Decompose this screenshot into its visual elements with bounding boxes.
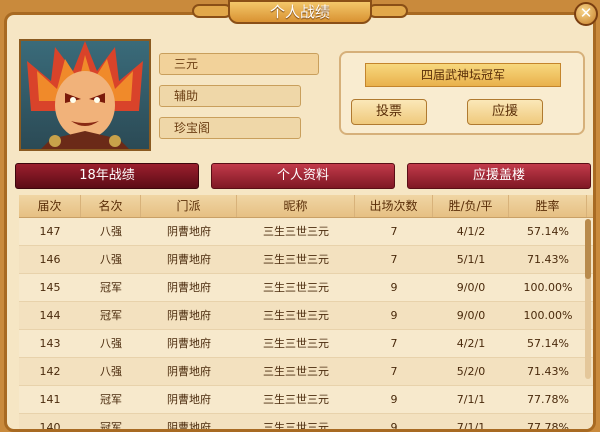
cell-appearances: 9 [390, 421, 398, 432]
header-win-rate: 胜率 [509, 195, 587, 217]
cell-wld: 5/2/0 [456, 365, 486, 378]
table-row: 147 八强 阴曹地府 三生三世三元 7 4/1/2 57.14% [19, 218, 593, 246]
cell-school: 阴曹地府 [167, 225, 211, 238]
table-header: 届次 名次 门派 昵称 出场次数 胜/负/平 胜率 [19, 195, 593, 218]
cell-rank: 冠军 [100, 281, 122, 294]
scrollbar-thumb[interactable] [585, 219, 591, 279]
cell-nickname: 三生三世三元 [263, 337, 329, 350]
player-role-field: 辅助 [159, 85, 301, 107]
cell-school: 阴曹地府 [167, 365, 211, 378]
cell-appearances: 9 [390, 309, 398, 322]
cell-rank: 冠军 [100, 421, 122, 432]
cell-wld: 4/1/2 [456, 225, 486, 238]
cell-win-rate: 71.43% [527, 365, 569, 378]
header-nickname: 昵称 [237, 195, 355, 217]
cell-school: 阴曹地府 [167, 421, 211, 432]
cell-session: 146 [39, 253, 61, 266]
cell-session: 142 [39, 365, 61, 378]
cell-wld: 5/1/1 [456, 253, 486, 266]
cell-session: 143 [39, 337, 61, 350]
honor-title: 四届武神坛冠军 [365, 63, 561, 87]
header-school: 门派 [141, 195, 237, 217]
header-appearances: 出场次数 [355, 195, 433, 217]
tab-support-thread[interactable]: 应援盖楼 [407, 163, 591, 189]
cell-appearances: 7 [390, 337, 398, 350]
cell-win-rate: 77.78% [527, 421, 569, 432]
table-row: 142 八强 阴曹地府 三生三世三元 7 5/2/0 71.43% [19, 358, 593, 386]
header-win-loss-draw: 胜/负/平 [433, 195, 509, 217]
cell-win-rate: 100.00% [523, 309, 573, 322]
cell-rank: 八强 [100, 253, 122, 266]
honor-box: 四届武神坛冠军 投票 应援 [339, 51, 585, 135]
cell-wld: 9/0/0 [456, 281, 486, 294]
close-icon: ✕ [579, 4, 593, 22]
cell-nickname: 三生三世三元 [263, 421, 329, 432]
cell-wld: 7/1/1 [456, 421, 486, 432]
table-row: 140 冠军 阴曹地府 三生三世三元 9 7/1/1 77.78% [19, 414, 593, 432]
cell-rank: 八强 [100, 225, 122, 238]
table-scrollbar[interactable] [585, 219, 591, 379]
cell-session: 147 [39, 225, 61, 238]
cell-school: 阴曹地府 [167, 253, 211, 266]
cell-wld: 9/0/0 [456, 309, 486, 322]
cell-nickname: 三生三世三元 [263, 281, 329, 294]
table-row: 145 冠军 阴曹地府 三生三世三元 9 9/0/0 100.00% [19, 274, 593, 302]
tab-profile[interactable]: 个人资料 [211, 163, 395, 189]
table-row: 144 冠军 阴曹地府 三生三世三元 9 9/0/0 100.00% [19, 302, 593, 330]
cell-nickname: 三生三世三元 [263, 365, 329, 378]
support-button[interactable]: 应援 [467, 99, 543, 125]
title-ornament-right [368, 4, 408, 18]
table-body: 147 八强 阴曹地府 三生三世三元 7 4/1/2 57.14% 146 八强… [19, 218, 593, 432]
cell-nickname: 三生三世三元 [263, 309, 329, 322]
window-title: 个人战绩 [228, 0, 372, 24]
main-panel: 三元 辅助 珍宝阁 四届武神坛冠军 投票 应援 18年战绩 个人资料 应援盖楼 … [4, 12, 596, 432]
cell-rank: 冠军 [100, 309, 122, 322]
character-portrait-icon [27, 41, 143, 149]
cell-win-rate: 71.43% [527, 253, 569, 266]
tab-records[interactable]: 18年战绩 [15, 163, 199, 189]
vote-button[interactable]: 投票 [351, 99, 427, 125]
cell-nickname: 三生三世三元 [263, 225, 329, 238]
cell-wld: 4/2/1 [456, 337, 486, 350]
table-row: 141 冠军 阴曹地府 三生三世三元 9 7/1/1 77.78% [19, 386, 593, 414]
cell-school: 阴曹地府 [167, 309, 211, 322]
table-row: 146 八强 阴曹地府 三生三世三元 7 5/1/1 71.43% [19, 246, 593, 274]
cell-win-rate: 57.14% [527, 225, 569, 238]
cell-rank: 八强 [100, 337, 122, 350]
cell-session: 144 [39, 309, 61, 322]
cell-rank: 八强 [100, 365, 122, 378]
cell-wld: 7/1/1 [456, 393, 486, 406]
cell-appearances: 9 [390, 281, 398, 294]
cell-appearances: 7 [390, 253, 398, 266]
cell-school: 阴曹地府 [167, 337, 211, 350]
cell-appearances: 9 [390, 393, 398, 406]
cell-session: 145 [39, 281, 61, 294]
cell-appearances: 7 [390, 225, 398, 238]
cell-nickname: 三生三世三元 [263, 393, 329, 406]
cell-session: 140 [39, 421, 61, 432]
cell-nickname: 三生三世三元 [263, 253, 329, 266]
avatar [19, 39, 151, 151]
player-guild-field: 珍宝阁 [159, 117, 301, 139]
records-table: 届次 名次 门派 昵称 出场次数 胜/负/平 胜率 147 八强 阴曹地府 三生… [19, 195, 593, 432]
cell-school: 阴曹地府 [167, 281, 211, 294]
cell-win-rate: 77.78% [527, 393, 569, 406]
cell-school: 阴曹地府 [167, 393, 211, 406]
header-session: 届次 [19, 195, 81, 217]
cell-win-rate: 57.14% [527, 337, 569, 350]
header-rank: 名次 [81, 195, 141, 217]
cell-win-rate: 100.00% [523, 281, 573, 294]
cell-appearances: 7 [390, 365, 398, 378]
cell-session: 141 [39, 393, 61, 406]
close-button[interactable]: ✕ [574, 2, 598, 26]
player-name-field: 三元 [159, 53, 319, 75]
title-ornament-left [192, 4, 232, 18]
cell-rank: 冠军 [100, 393, 122, 406]
table-row: 143 八强 阴曹地府 三生三世三元 7 4/2/1 57.14% [19, 330, 593, 358]
